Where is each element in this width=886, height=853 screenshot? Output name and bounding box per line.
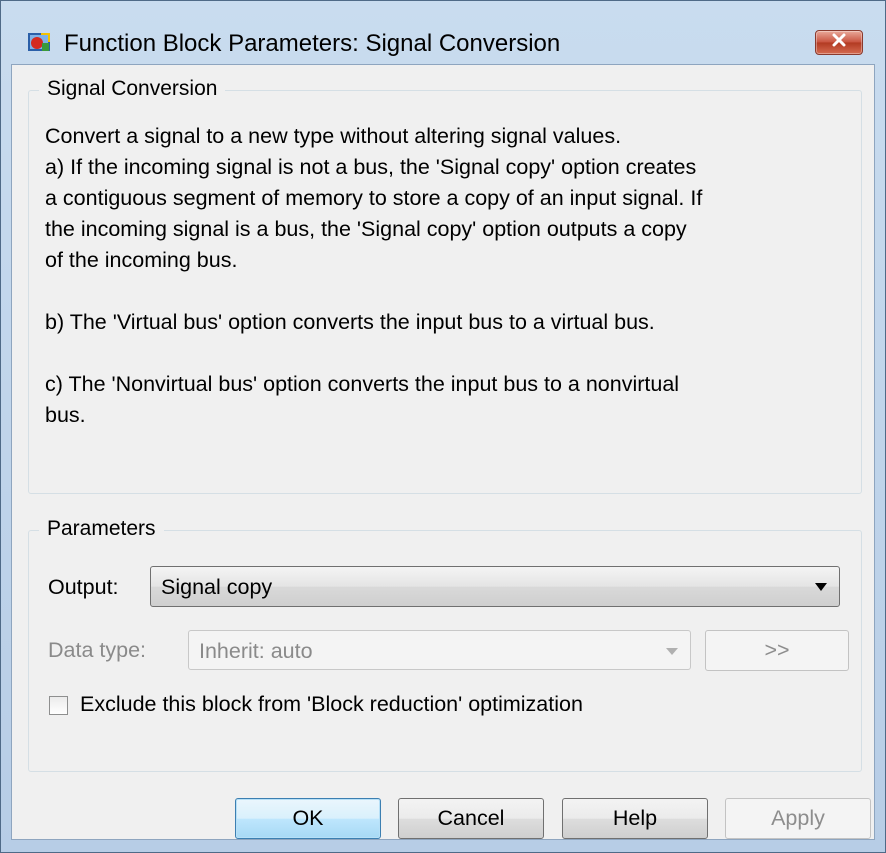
description-line: c) The 'Nonvirtual bus' option converts … [45, 372, 680, 396]
ok-button[interactable]: OK [235, 798, 381, 839]
description-line: bus. [45, 403, 86, 427]
output-dropdown-value: Signal copy [161, 575, 273, 599]
block-reduction-checkbox[interactable] [49, 696, 68, 715]
description-line: b) The 'Virtual bus' option converts the… [45, 310, 655, 334]
description-line: a contiguous segment of memory to store … [45, 186, 703, 210]
description-group: Signal Conversion Convert a signal to a … [28, 77, 862, 494]
datatype-dropdown-value: Inherit: auto [199, 639, 313, 663]
chevron-down-icon [666, 648, 678, 655]
help-button[interactable]: Help [562, 798, 708, 839]
description-line: the incoming signal is a bus, the 'Signa… [45, 217, 687, 241]
cancel-button[interactable]: Cancel [398, 798, 544, 839]
chevron-down-icon [815, 583, 827, 591]
output-label: Output: [48, 575, 119, 599]
datatype-dropdown[interactable]: Inherit: auto [188, 630, 691, 670]
title-bar[interactable]: Function Block Parameters: Signal Conver… [1, 1, 885, 63]
output-dropdown[interactable]: Signal copy [150, 566, 840, 607]
datatype-assistant-button[interactable]: >> [705, 630, 849, 671]
description-line: of the incoming bus. [45, 248, 238, 272]
description-line: Convert a signal to a new type without a… [45, 124, 622, 148]
close-icon [831, 33, 847, 52]
block-description: Convert a signal to a new type without a… [45, 121, 845, 431]
dialog-window: Function Block Parameters: Signal Conver… [0, 0, 886, 853]
simulink-block-icon [27, 30, 51, 54]
datatype-label: Data type: [48, 638, 146, 662]
dialog-client-area: Signal Conversion Convert a signal to a … [11, 64, 875, 840]
parameters-group-legend: Parameters [39, 517, 164, 541]
description-line: a) If the incoming signal is not a bus, … [45, 155, 697, 179]
close-button[interactable] [815, 30, 863, 55]
apply-button[interactable]: Apply [725, 798, 871, 839]
description-group-legend: Signal Conversion [39, 77, 226, 101]
block-reduction-checkbox-label[interactable]: Exclude this block from 'Block reduction… [80, 692, 583, 717]
window-title: Function Block Parameters: Signal Conver… [64, 30, 561, 57]
